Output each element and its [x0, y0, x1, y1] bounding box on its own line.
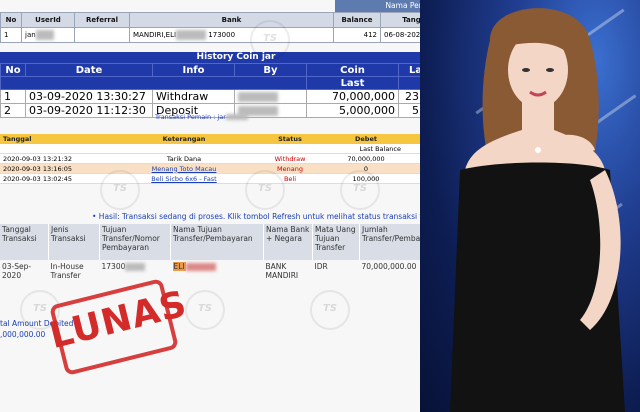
col-bank: Bank — [129, 12, 334, 28]
transaksi-caption: Transaksi Pemain : jar — [155, 113, 248, 121]
bcell-bank: BANK MANDIRI — [265, 262, 299, 280]
tcol-tanggal: Tanggal — [0, 134, 116, 144]
col-balance: Balance — [333, 12, 381, 28]
last-label: Last — [306, 76, 399, 90]
table-row: 2020-09-03 13:16:05 Menang Toto Macau Me… — [0, 163, 474, 174]
tx-ket: Tarik Dana — [116, 153, 252, 164]
player-table: No UserId Referral Bank Balance Tanggal … — [0, 12, 488, 43]
hcol-coin: Coin — [306, 63, 399, 77]
hasil-message: • Hasil: Transaksi sedang di proses. Kli… — [92, 212, 440, 221]
tcol-debet: Debet — [328, 134, 404, 144]
hcell-by — [234, 89, 307, 104]
hcell-date: 03-09-2020 13:30:27 — [25, 89, 153, 104]
cell-referral — [74, 27, 130, 43]
bcol-tanggal: Tanggal Transaksi — [0, 224, 49, 260]
table-row: 1 03-09-2020 13:30:27 Withdraw 70,000,00… — [0, 89, 472, 104]
tx-debet: 70,000,000 — [328, 153, 404, 164]
bcol-nama: Nama Tujuan Transfer/Pembayaran — [170, 224, 264, 260]
tx-date: 2020-09-03 13:02:45 — [0, 173, 116, 184]
bcell-jenis: In-House Transfer — [50, 262, 84, 280]
bcell-nama: ELI — [171, 260, 264, 292]
col-referral: Referral — [74, 12, 130, 28]
hcell-date: 03-09-2020 11:12:30 — [25, 103, 153, 118]
model-illustration — [450, 8, 625, 412]
transaction-table: Tanggal Keterangan Status Debet Kredit L… — [0, 134, 474, 184]
cell-bank: MANDIRI,ELI 173000 — [129, 27, 334, 43]
tx-status: Withdraw — [252, 153, 328, 164]
hcell-no: 1 — [0, 89, 26, 104]
history-title: History Coin jar — [0, 52, 472, 63]
tx-date: 2020-09-03 13:21:32 — [0, 153, 116, 164]
hcell-no: 2 — [0, 103, 26, 118]
watermark-logo: TS — [250, 20, 290, 60]
last-balance-label: Last Balance — [0, 144, 404, 154]
col-userid: UserId — [21, 12, 75, 28]
bcell-mata: IDR — [314, 262, 328, 271]
col-no: No — [0, 12, 22, 28]
table-row: 1 jan MANDIRI,ELI 173000 412 06-08-2020 … — [0, 27, 488, 43]
hcol-info: Info — [152, 63, 235, 77]
watermark-logo: TS — [185, 290, 225, 330]
cell-userid[interactable]: jan — [21, 27, 75, 43]
watermark-logo: TS — [340, 170, 380, 210]
bcol-jenis: Jenis Transaksi — [48, 224, 100, 260]
bcol-mata: Mata Uang Tujuan Transfer — [312, 224, 360, 260]
hcell-coin: 70,000,000 — [306, 89, 399, 104]
hcol-no: No — [0, 63, 26, 77]
history-coin-panel: History Coin jar No Date Info By Coin La… — [0, 52, 472, 118]
bcell-tanggal: 03-Sep-2020 — [2, 262, 32, 280]
table-row: 2020-09-03 13:02:45 Beli Sicbo 6x6 - Fas… — [0, 173, 474, 184]
hcol-date: Date — [25, 63, 153, 77]
tx-ket[interactable]: Menang Toto Macau — [116, 163, 252, 174]
cell-no: 1 — [0, 27, 22, 43]
tcol-ket: Keterangan — [116, 134, 252, 144]
hcol-by: By — [234, 63, 307, 77]
table-row: 2020-09-03 13:21:32 Tarik Dana Withdraw … — [0, 153, 474, 164]
tx-date: 2020-09-03 13:16:05 — [0, 163, 116, 174]
bcol-tujuan: Tujuan Transfer/Nomor Pembayaran — [99, 224, 171, 260]
watermark-logo: TS — [310, 290, 350, 330]
history-table: No Date Info By Coin Last Coin Last 412 … — [0, 63, 472, 118]
bcol-bank: Nama Bank + Negara — [263, 224, 313, 260]
watermark-logo: TS — [245, 170, 285, 210]
cell-balance: 412 — [333, 27, 381, 43]
watermark-logo: TS — [100, 170, 140, 210]
hcell-coin: 5,000,000 — [306, 103, 399, 118]
tcol-status: Status — [252, 134, 328, 144]
bank-transfer-table: Tanggal Transaksi Jenis Transaksi Tujuan… — [0, 224, 472, 292]
table-row: 03-Sep-2020 In-House Transfer 17300 ELI … — [0, 260, 472, 292]
hcell-info: Withdraw — [152, 89, 235, 104]
